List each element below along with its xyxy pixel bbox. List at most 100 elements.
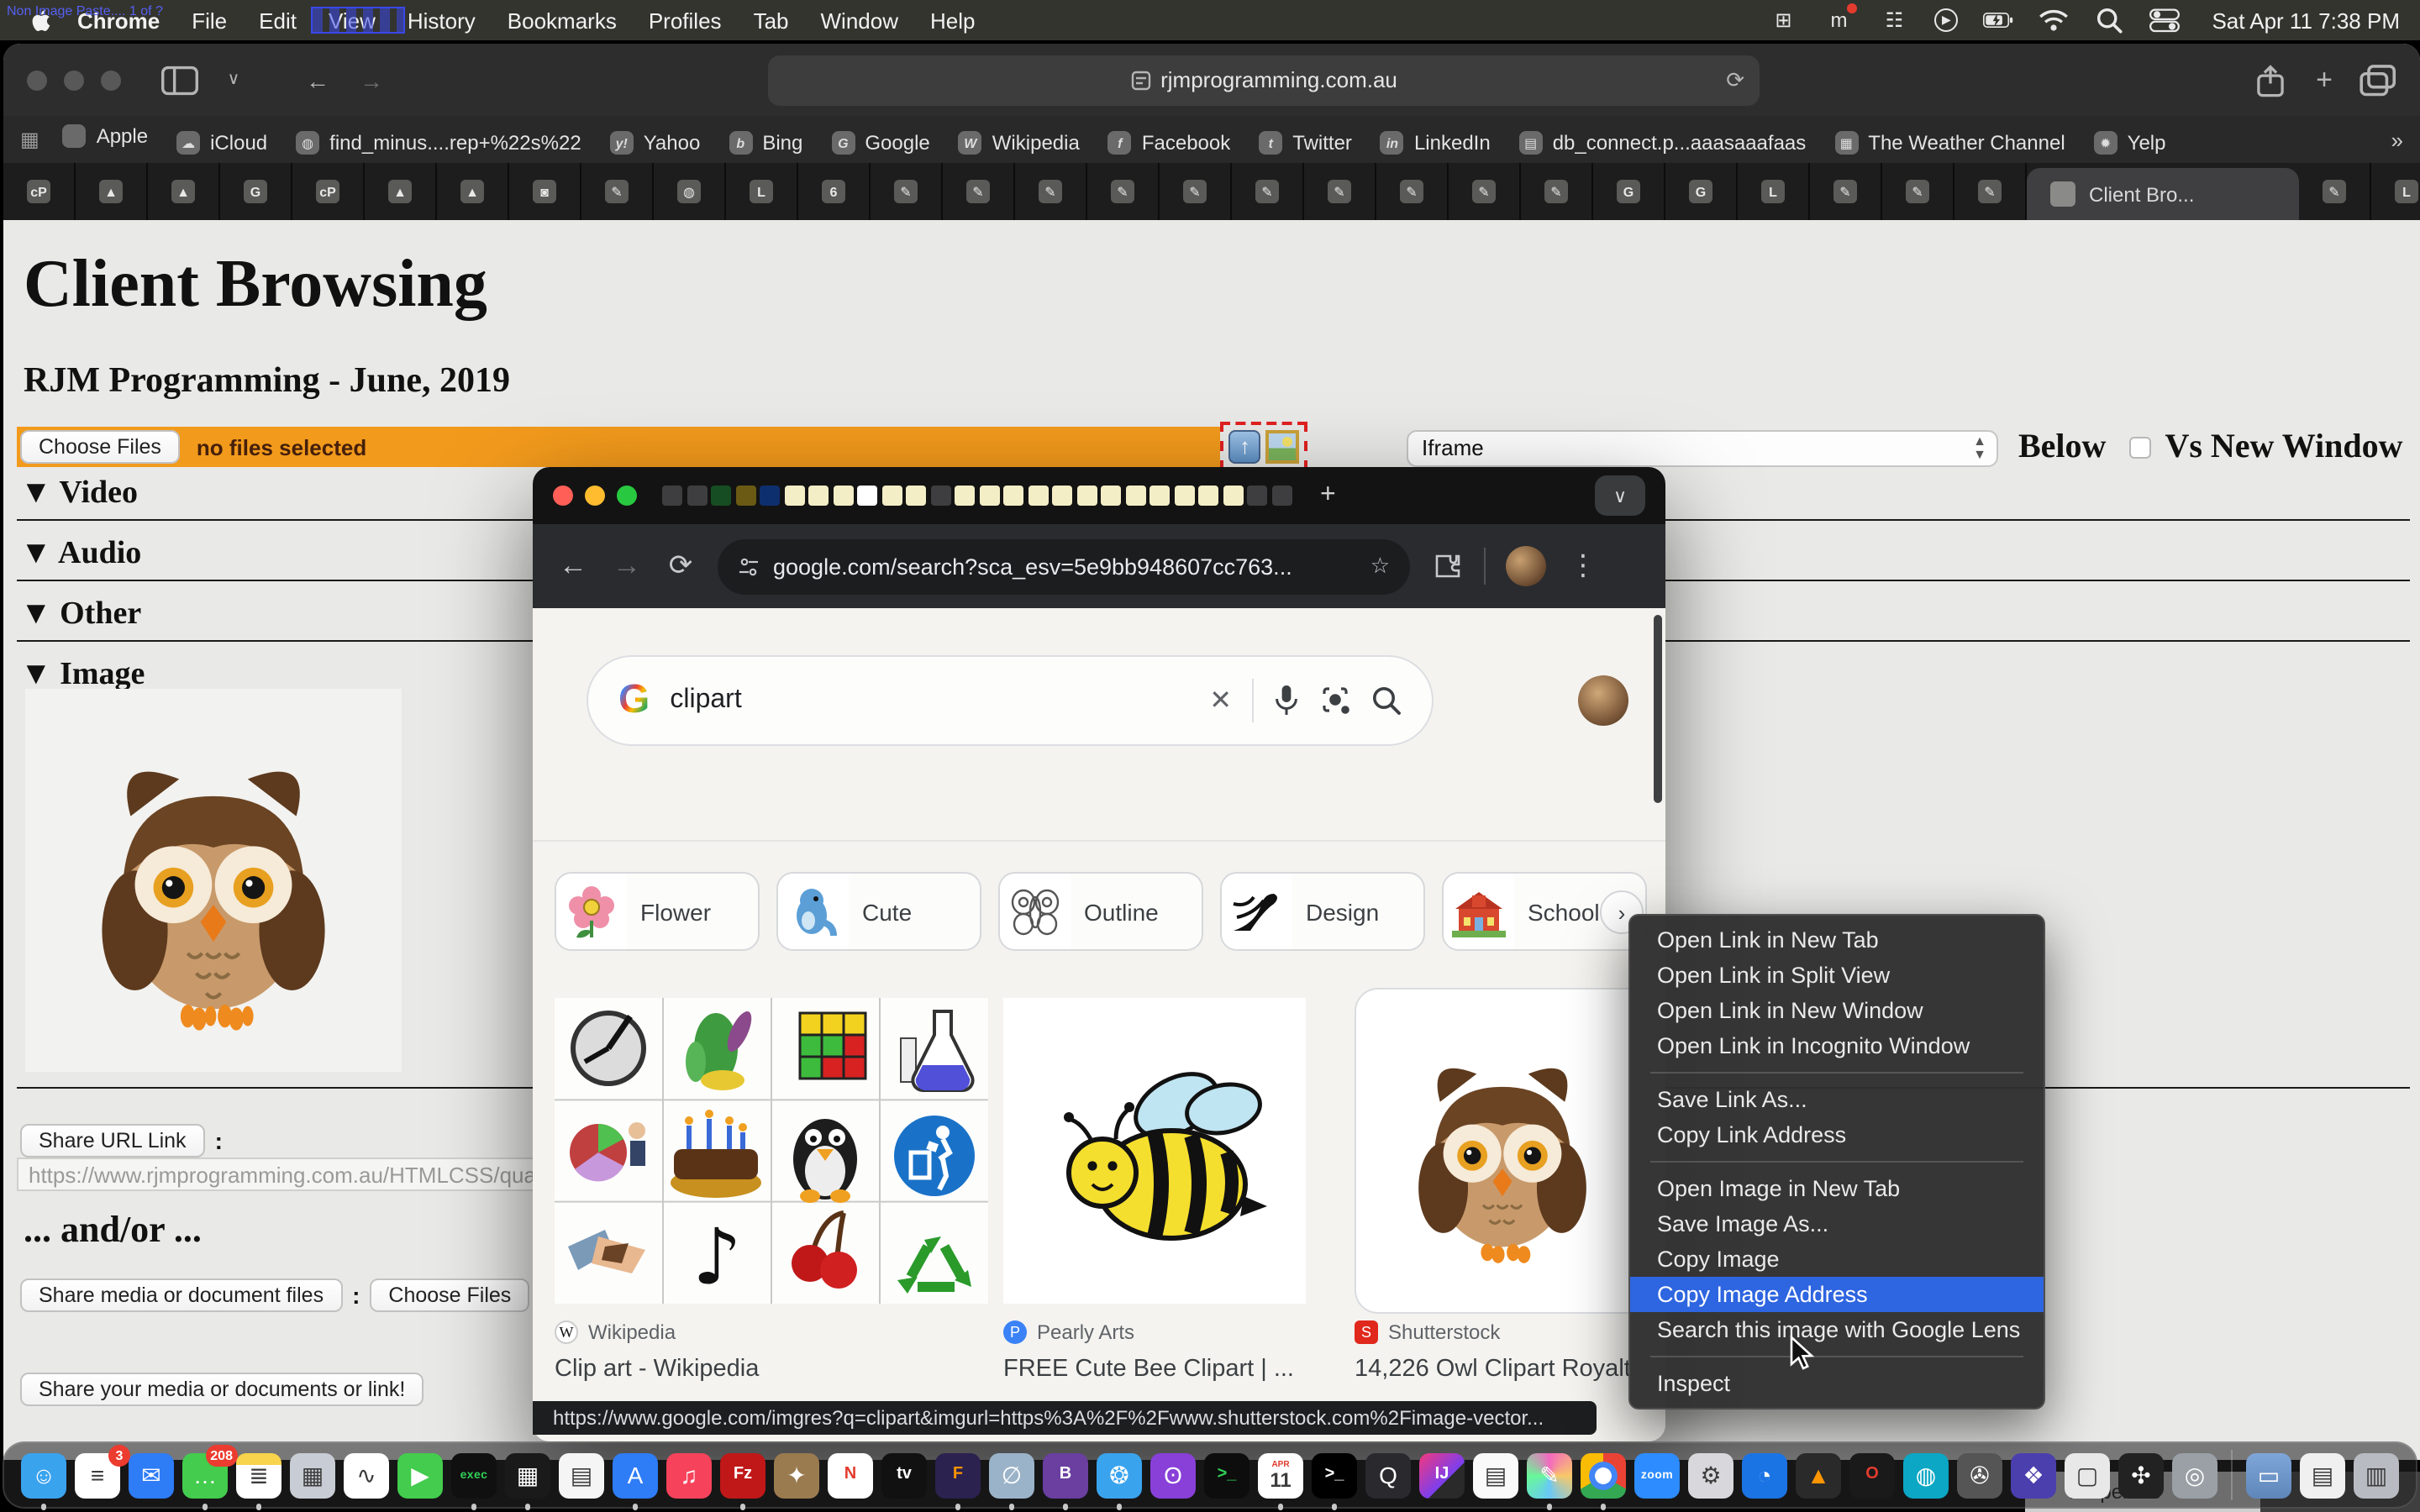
browser-tab[interactable]: ◍	[654, 163, 726, 220]
new-tab-button[interactable]: +	[2306, 63, 2343, 97]
section-video[interactable]: ▼ Video	[20, 475, 138, 512]
inner-tab-favicon[interactable]	[1003, 486, 1023, 506]
dock-app-app-black[interactable]: ✣	[2118, 1452, 2164, 1498]
browser-tab[interactable]: ◙	[509, 163, 581, 220]
bookmarks-overflow-chevron[interactable]: »	[2391, 127, 2403, 152]
dock-app-terminal-2[interactable]: >_	[1204, 1452, 1249, 1498]
active-tab[interactable]: Client Bro...	[2027, 168, 2299, 220]
browser-tab[interactable]: cP	[3, 163, 76, 220]
chip-flower[interactable]: Flower	[555, 872, 760, 951]
dock-app-app-store[interactable]: A	[613, 1452, 658, 1498]
inner-tab-favicon[interactable]	[955, 486, 975, 506]
inner-tab-favicon[interactable]	[760, 486, 780, 506]
dock-app-launchpad[interactable]: ▦	[290, 1452, 335, 1498]
inner-tab-favicon[interactable]	[1271, 486, 1292, 506]
browser-tab[interactable]: ▲	[148, 163, 220, 220]
reload-icon[interactable]: ⟳	[1726, 66, 1744, 93]
paste-status-icon[interactable]: ⊞	[1768, 7, 1798, 34]
dock-app-firefox[interactable]: F	[935, 1452, 981, 1498]
image-thumbnail-icon[interactable]	[1266, 429, 1299, 463]
context-menu-item[interactable]: Open Image in New Tab	[1630, 1171, 2044, 1206]
context-menu-item[interactable]: Copy Image Address	[1630, 1277, 2044, 1312]
inner-tab-favicon[interactable]	[1223, 486, 1243, 506]
dock-app-paint-app[interactable]: ✎	[1527, 1452, 1572, 1498]
window-zoom-button[interactable]	[101, 70, 121, 90]
dock-app-notes[interactable]: ≣	[236, 1452, 281, 1498]
result-caption-shutterstock[interactable]: SShutterstock 14,226 Owl Clipart Royalt	[1355, 1320, 1650, 1383]
browser-tab[interactable]: G	[1593, 163, 1665, 220]
voice-search-icon[interactable]	[1274, 684, 1299, 717]
owl-clipart-image[interactable]	[25, 689, 402, 1072]
browser-tab[interactable]: ✎	[1087, 163, 1160, 220]
inner-tab-favicon[interactable]	[906, 486, 926, 506]
dock-app-bbedit[interactable]: B	[1043, 1452, 1088, 1498]
back-button[interactable]: ←	[299, 63, 336, 97]
browser-tab[interactable]: ✎	[943, 163, 1015, 220]
result-title[interactable]: 14,226 Owl Clipart Royalt	[1355, 1356, 1650, 1383]
sidebar-chevron-icon[interactable]: ∨	[215, 63, 252, 97]
profile-avatar[interactable]	[1506, 546, 1546, 586]
browser-tab[interactable]: ✎	[1015, 163, 1087, 220]
search-submit-icon[interactable]	[1371, 685, 1402, 716]
battery-icon[interactable]	[1983, 7, 2013, 34]
share-submit-button[interactable]: Share your media or documents or link!	[20, 1373, 424, 1406]
context-menu-item[interactable]: Save Link As...	[1630, 1082, 2044, 1117]
bookmark-item[interactable]: ◍find_minus....rep+%22s%22	[296, 132, 581, 155]
bookmark-item[interactable]: ✹Yelp	[2094, 132, 2166, 155]
dock-app-apple-tv[interactable]: tv	[881, 1452, 927, 1498]
inner-tab-favicon[interactable]	[784, 486, 804, 506]
dock-app-app-indigo[interactable]: ❖	[2011, 1452, 2056, 1498]
dock-app-filezilla[interactable]: Fz	[720, 1452, 765, 1498]
browser-tab[interactable]: ✎	[1232, 163, 1304, 220]
inner-tab-favicon[interactable]	[881, 486, 902, 506]
inner-tab-favicon[interactable]	[1052, 486, 1072, 506]
dock-app-chrome[interactable]	[1581, 1452, 1626, 1498]
inner-minimize-button[interactable]	[585, 486, 605, 506]
tab-overview-icon[interactable]	[2360, 63, 2396, 97]
dock-app-finder[interactable]: ☺	[21, 1452, 66, 1498]
browser-tab[interactable]: L	[2371, 163, 2420, 220]
browser-tab[interactable]: ✎	[2299, 163, 2371, 220]
search-query[interactable]: clipart	[670, 685, 1189, 716]
section-audio[interactable]: ▼ Audio	[20, 536, 141, 573]
dock-app-facetime[interactable]: ▶	[397, 1452, 443, 1498]
browser-tab[interactable]: ✎	[1521, 163, 1593, 220]
bookmark-star-icon[interactable]: ☆	[1370, 553, 1390, 580]
dock-app-mail[interactable]: ✉	[129, 1452, 174, 1498]
dock-app-app-teal[interactable]: ◍	[1903, 1452, 1949, 1498]
context-menu-item[interactable]: Inspect	[1630, 1366, 2044, 1401]
spotlight-search-icon[interactable]	[2094, 7, 2124, 34]
inner-new-tab-button[interactable]: +	[1320, 480, 1336, 511]
extensions-puzzle-icon[interactable]	[1430, 553, 1464, 580]
inner-close-button[interactable]	[553, 486, 573, 506]
browser-tab[interactable]: ✎	[1376, 163, 1449, 220]
bookmark-item[interactable]: fFacebook	[1108, 132, 1230, 155]
inner-back-button[interactable]: ←	[556, 549, 590, 583]
browser-tab[interactable]: L	[726, 163, 798, 220]
dock-app-music[interactable]: ♫	[666, 1452, 712, 1498]
browser-tab[interactable]: cP	[292, 163, 365, 220]
inner-tab-favicon[interactable]	[735, 486, 755, 506]
bookmark-item[interactable]: ▦The Weather Channel	[1834, 132, 2065, 155]
bookmarks-grid-icon[interactable]: ▦	[20, 128, 39, 151]
window-minimize-button[interactable]	[64, 70, 84, 90]
inner-tab-favicon[interactable]	[1198, 486, 1218, 506]
address-bar[interactable]: rjmprogramming.com.au ⟳	[768, 55, 1760, 105]
google-search-box[interactable]: G clipart ✕	[587, 655, 1434, 746]
site-info-icon[interactable]	[738, 555, 760, 577]
menu-item-help[interactable]: Help	[930, 8, 976, 33]
dock-app-blocked-app[interactable]: ∅	[989, 1452, 1034, 1498]
bookmark-item[interactable]: inLinkedIn	[1381, 132, 1491, 155]
inner-tab-favicon[interactable]	[930, 486, 950, 506]
dock-app-app-blue[interactable]: ◔	[1742, 1452, 1787, 1498]
chip-outline[interactable]: Outline	[998, 872, 1203, 951]
chip-cute[interactable]: Cute	[776, 872, 981, 951]
inner-tab-favicon[interactable]	[1076, 486, 1097, 506]
dock-app-safari[interactable]: ❂	[1097, 1452, 1142, 1498]
browser-tab[interactable]: ✎	[1160, 163, 1232, 220]
dock-app-vlc[interactable]: ▲	[1796, 1452, 1841, 1498]
inner-tab-favicon[interactable]	[711, 486, 731, 506]
menu-item-history[interactable]: History	[408, 8, 476, 33]
menu-item-profiles[interactable]: Profiles	[649, 8, 722, 33]
browser-tab[interactable]: ✎	[871, 163, 943, 220]
